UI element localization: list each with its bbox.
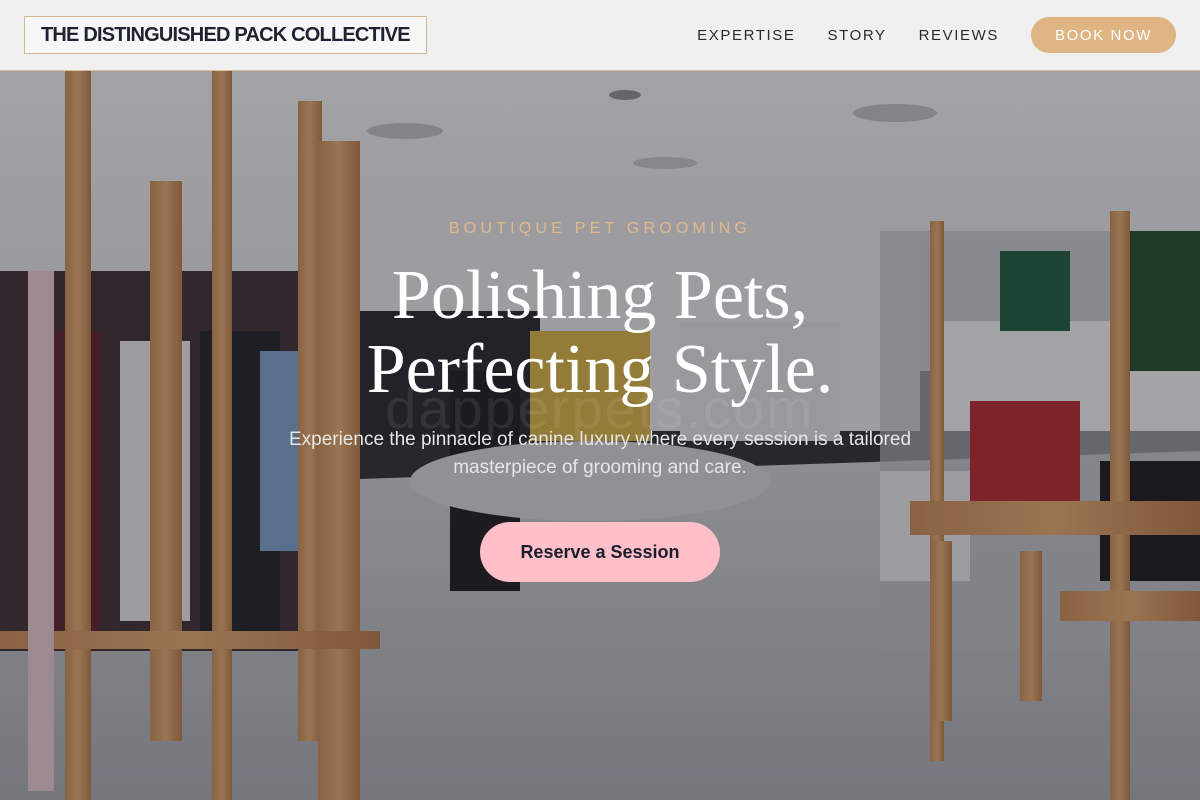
site-header: THE DISTINGUISHED PACK COLLECTIVE EXPERT… [0, 0, 1200, 71]
brand-logo[interactable]: THE DISTINGUISHED PACK COLLECTIVE [24, 16, 427, 54]
hero-eyebrow: BOUTIQUE PET GROOMING [448, 220, 752, 237]
nav-link-expertise[interactable]: EXPERTISE [697, 27, 795, 44]
hero-headline: Polishing Pets, Perfecting Style. [0, 259, 1200, 407]
reserve-session-button[interactable]: Reserve a Session [480, 522, 720, 582]
hero-subheading: Experience the pinnacle of canine luxury… [288, 429, 912, 478]
hero-headline-line-2: Perfecting Style. [366, 331, 834, 408]
nav-link-story[interactable]: STORY [827, 27, 886, 44]
hero-headline-line-1: Polishing Pets, [391, 257, 809, 334]
nav-link-reviews[interactable]: REVIEWS [919, 27, 999, 44]
main-nav: EXPERTISE STORY REVIEWS BOOK NOW [665, 17, 1176, 53]
book-now-button[interactable]: BOOK NOW [1031, 17, 1176, 53]
